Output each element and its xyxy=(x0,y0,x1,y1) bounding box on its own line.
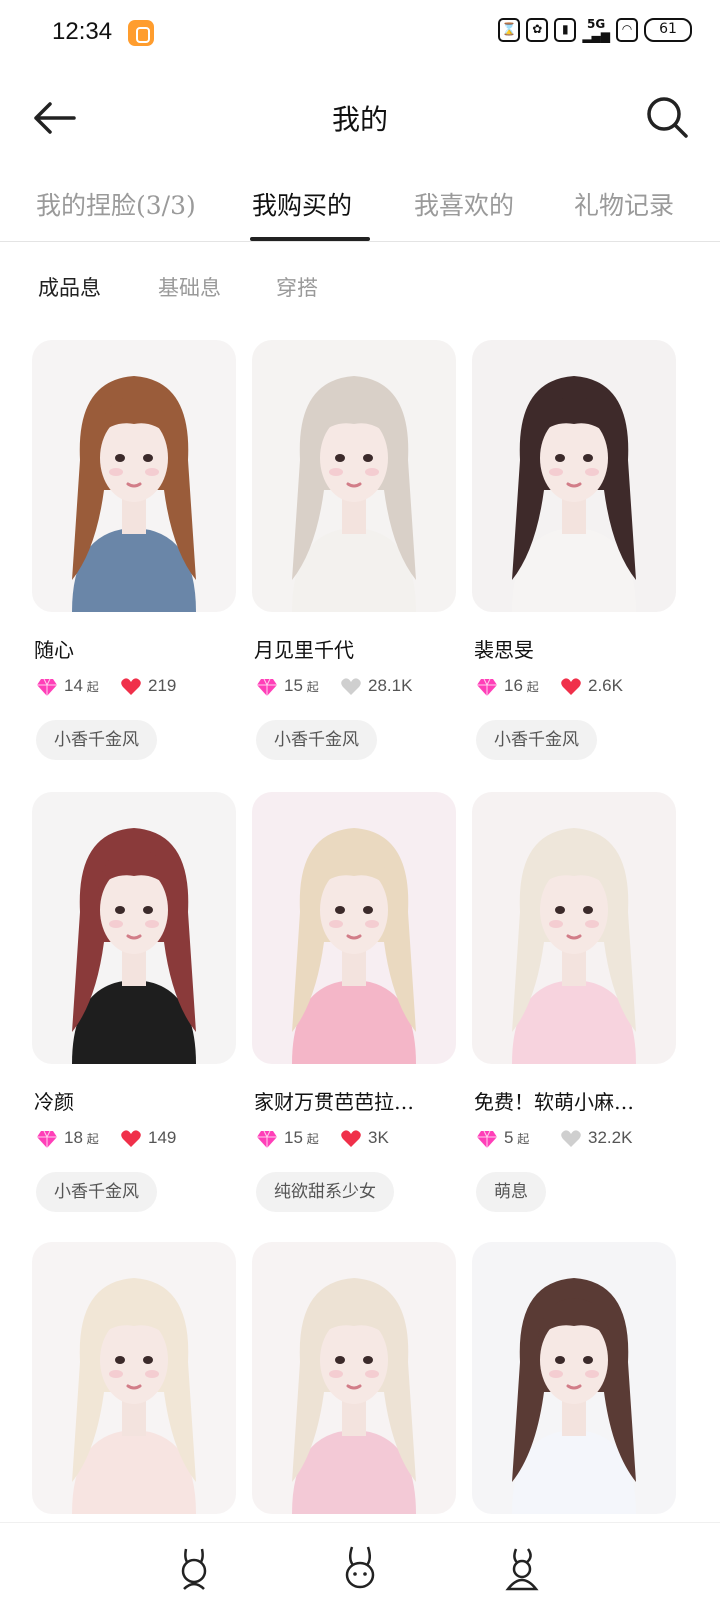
style-tag[interactable]: 纯欲甜系少女 xyxy=(256,1172,394,1212)
network-type: 5G xyxy=(587,17,606,31)
diamond-icon xyxy=(257,1130,277,1148)
card-title: 家财万贯芭芭拉… xyxy=(254,1090,414,1114)
product-card[interactable]: 裴思旻 16 起 2.6K 小香千金风 xyxy=(472,340,676,760)
battery-level: 61 xyxy=(659,21,677,37)
character-thumbnail xyxy=(32,340,236,612)
likes-count: 28.1K xyxy=(368,676,413,695)
product-card[interactable]: 冷颜 18 起 149 小香千金风 xyxy=(32,792,236,1212)
card-stats: 15 起 3K xyxy=(256,1126,456,1152)
vibrate-icon: ▮ xyxy=(554,18,577,42)
card-stats: 18 起 149 xyxy=(36,1126,236,1152)
bunny-sit-icon xyxy=(505,1548,539,1591)
character-portrait-image xyxy=(292,376,416,612)
heart-icon[interactable] xyxy=(340,676,362,698)
bunny-notification-icon: ✿ xyxy=(526,18,549,42)
heart-icon[interactable] xyxy=(120,1128,142,1150)
character-portrait-image xyxy=(72,1278,196,1514)
product-card[interactable]: 家财万贯芭芭拉… 15 起 3K 纯欲甜系少女 xyxy=(252,792,456,1212)
subtab-finished[interactable]: 成品息 xyxy=(38,272,101,302)
style-tag[interactable]: 小香千金风 xyxy=(256,720,377,760)
heart-icon[interactable] xyxy=(120,676,142,698)
heart-icon[interactable] xyxy=(560,1128,582,1150)
card-title: 冷颜 xyxy=(34,1090,74,1114)
nav-item-face[interactable] xyxy=(338,1545,382,1593)
card-title: 裴思旻 xyxy=(474,638,534,662)
card-stats: 14 起 219 xyxy=(36,674,236,700)
price-value: 14 起 xyxy=(64,676,99,695)
card-stats: 16 起 2.6K xyxy=(476,674,676,700)
bottom-nav xyxy=(0,1522,720,1612)
likes-count: 2.6K xyxy=(588,676,623,695)
magnifier-icon xyxy=(647,97,688,138)
character-thumbnail xyxy=(472,340,676,612)
character-portrait-image xyxy=(512,828,636,1064)
style-tag[interactable]: 小香千金风 xyxy=(476,720,597,760)
subtab-outfit[interactable]: 穿搭 xyxy=(276,272,318,302)
card-title: 免费！软萌小麻… xyxy=(474,1090,634,1114)
character-thumbnail xyxy=(252,792,456,1064)
status-icons: ⌛ ✿ ▮ 5G ▂▄▆ ◠ 61 xyxy=(498,18,692,42)
card-title: 随心 xyxy=(34,638,74,662)
wifi-bunny-icon: ◠ xyxy=(616,18,638,42)
character-thumbnail xyxy=(32,792,236,1064)
character-thumbnail xyxy=(252,340,456,612)
nav-item-profile[interactable] xyxy=(500,1545,544,1593)
product-card[interactable]: 随心 14 起 219 小香千金风 xyxy=(32,340,236,760)
likes-count: 219 xyxy=(148,676,177,695)
tab-purchased[interactable]: 我购买的 xyxy=(252,186,352,242)
app-header: 我的 xyxy=(0,86,720,150)
style-tag[interactable]: 小香千金风 xyxy=(36,1172,157,1212)
character-portrait-image xyxy=(292,828,416,1064)
diamond-icon xyxy=(37,1130,57,1148)
price-value: 5 起 xyxy=(504,1128,530,1147)
character-thumbnail xyxy=(472,1242,676,1514)
tab-my-faces[interactable]: 我的捏脸(3/3) xyxy=(36,186,196,242)
card-stats: 15 起 28.1K xyxy=(256,674,456,700)
style-tag[interactable]: 萌息 xyxy=(476,1172,546,1212)
hourglass-icon: ⌛ xyxy=(498,18,521,42)
diamond-icon xyxy=(257,678,277,696)
diamond-icon xyxy=(37,678,57,696)
active-tab-indicator xyxy=(250,237,370,241)
nav-item-avatar[interactable] xyxy=(172,1545,216,1593)
price-value: 15 起 xyxy=(284,1128,319,1147)
heart-icon[interactable] xyxy=(340,1128,362,1150)
product-card[interactable]: 月见里千代 15 起 28.1K 小香千金风 xyxy=(252,340,456,760)
likes-count: 149 xyxy=(148,1128,177,1147)
card-stats: 5 起 32.2K xyxy=(476,1126,676,1152)
character-portrait-image xyxy=(72,376,196,612)
sub-tabs: 成品息 基础息 穿搭 xyxy=(0,272,720,308)
main-tabs: 我的捏脸(3/3) 我购买的 我喜欢的 礼物记录 xyxy=(0,186,720,242)
search-button[interactable] xyxy=(644,94,690,140)
product-card[interactable]: 免费！软萌小麻… 5 起 32.2K 萌息 xyxy=(472,792,676,1212)
bunny-face-icon xyxy=(345,1546,375,1589)
style-tag[interactable]: 小香千金风 xyxy=(36,720,157,760)
character-thumbnail xyxy=(32,1242,236,1514)
character-portrait-image xyxy=(512,376,636,612)
likes-count: 32.2K xyxy=(588,1128,633,1147)
status-time: 12:34 xyxy=(52,18,113,45)
character-portrait-image xyxy=(512,1278,636,1514)
subtab-basic[interactable]: 基础息 xyxy=(158,272,221,302)
character-portrait-image xyxy=(292,1278,416,1514)
price-value: 18 起 xyxy=(64,1128,99,1147)
tab-liked[interactable]: 我喜欢的 xyxy=(414,186,514,242)
character-thumbnail xyxy=(252,1242,456,1514)
card-title: 月见里千代 xyxy=(254,638,354,662)
page-title: 我的 xyxy=(331,103,388,136)
battery-icon: 61 xyxy=(644,18,692,42)
character-portrait-image xyxy=(72,828,196,1064)
heart-icon[interactable] xyxy=(560,676,582,698)
tab-gift-records[interactable]: 礼物记录 xyxy=(574,186,674,242)
signal-icon: 5G ▂▄▆ xyxy=(582,17,610,43)
app-notification-icon xyxy=(128,20,154,46)
diamond-icon xyxy=(477,1130,497,1148)
character-thumbnail xyxy=(472,792,676,1064)
price-value: 15 起 xyxy=(284,676,319,695)
likes-count: 3K xyxy=(368,1128,389,1147)
diamond-icon xyxy=(477,678,497,696)
status-bar: 12:34 ⌛ ✿ ▮ 5G ▂▄▆ ◠ 61 xyxy=(0,0,720,66)
bunny-avatar-icon xyxy=(181,1548,207,1590)
price-value: 16 起 xyxy=(504,676,539,695)
